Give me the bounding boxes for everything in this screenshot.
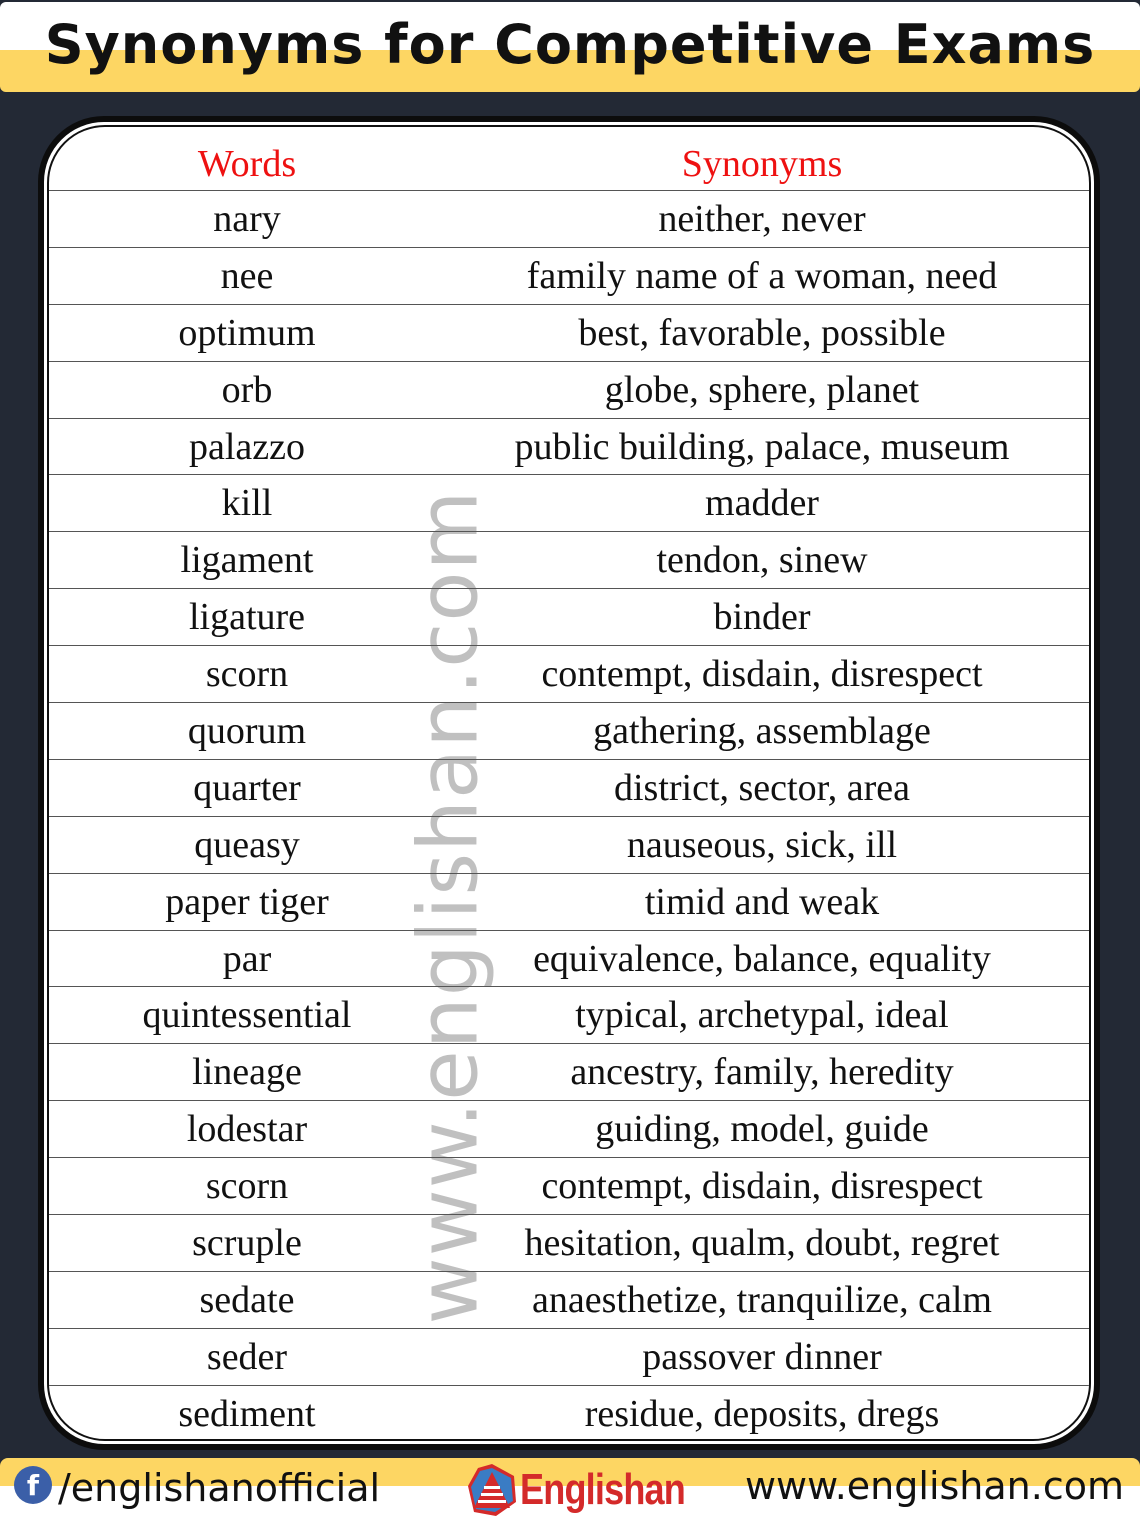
- synonyms-cell: contempt, disdain, disrespect: [541, 653, 983, 696]
- word-cell: orb: [221, 368, 273, 411]
- synonyms-cell: family name of a woman, need: [526, 254, 998, 297]
- word-cell: paper tiger: [165, 880, 329, 923]
- word-cell: quorum: [187, 709, 307, 752]
- synonyms-table-card: www.englishan.com Words Synonyms nary nei…: [47, 125, 1091, 1441]
- table-row: ligature binder: [49, 589, 1089, 647]
- synonyms-cell: madder: [705, 482, 819, 525]
- synonyms-cell: public building, palace, museum: [514, 425, 1010, 468]
- table-row: sediment residue, deposits, dregs: [49, 1386, 1089, 1439]
- synonyms-cell: contempt, disdain, disrespect: [541, 1165, 983, 1208]
- table-row: quintessential typical, archetypal, ideal: [49, 987, 1089, 1045]
- word-cell: lodestar: [186, 1108, 308, 1151]
- table-row: scruple hesitation, qualm, doubt, regret: [49, 1215, 1089, 1272]
- table-row: lineage ancestry, family, heredity: [49, 1044, 1089, 1102]
- table-row: ligament tendon, sinew: [49, 532, 1089, 590]
- header-synonyms: Synonyms: [681, 142, 843, 185]
- header-words: Words: [197, 142, 297, 185]
- table-row: sedate anaesthetize, tranquilize, calm: [49, 1272, 1089, 1329]
- table-row: optimum best, favorable, possible: [49, 305, 1089, 362]
- word-cell: scruple: [192, 1221, 302, 1264]
- logo-mark-icon: [468, 1464, 516, 1516]
- synonyms-cell: guiding, model, guide: [595, 1108, 929, 1151]
- table-row: nary neither, never: [49, 191, 1089, 248]
- synonyms-cell: hesitation, qualm, doubt, regret: [524, 1221, 1000, 1264]
- table-row: nee family name of a woman, need: [49, 248, 1089, 305]
- website-link[interactable]: www.englishan.com: [745, 1464, 1124, 1508]
- word-cell: par: [222, 937, 272, 980]
- table-row: quarter district, sector, area: [49, 760, 1089, 817]
- table-row: kill madder: [49, 475, 1089, 533]
- synonyms-cell: timid and weak: [644, 880, 880, 923]
- facebook-icon[interactable]: f: [14, 1466, 52, 1504]
- word-cell: ligature: [188, 596, 306, 639]
- synonyms-cell: ancestry, family, heredity: [570, 1051, 954, 1094]
- word-cell: nary: [213, 197, 281, 240]
- table-row: orb globe, sphere, planet: [49, 362, 1089, 419]
- table-row: queasy nauseous, sick, ill: [49, 817, 1089, 874]
- synonyms-cell: gathering, assemblage: [593, 709, 931, 752]
- word-cell: quarter: [193, 766, 301, 809]
- table-row: scorn contempt, disdain, disrespect: [49, 646, 1089, 704]
- table-row: scorn contempt, disdain, disrespect: [49, 1158, 1089, 1216]
- word-cell: palazzo: [188, 425, 306, 468]
- table-row: seder passover dinner: [49, 1329, 1089, 1386]
- synonyms-cell: neither, never: [658, 197, 866, 240]
- synonyms-cell: binder: [713, 596, 811, 639]
- synonyms-cell: equivalence, balance, equality: [533, 937, 991, 980]
- synonyms-cell: nauseous, sick, ill: [626, 823, 898, 866]
- word-cell: kill: [221, 482, 273, 525]
- page-title: Synonyms for Competitive Exams: [44, 12, 1096, 76]
- word-cell: queasy: [194, 823, 300, 866]
- synonyms-cell: best, favorable, possible: [578, 311, 946, 354]
- word-cell: scorn: [205, 653, 289, 696]
- word-cell: sedate: [199, 1278, 295, 1321]
- footer-bar: f /englishanofficial Englishan www.engli…: [0, 1458, 1140, 1520]
- word-cell: optimum: [178, 311, 316, 354]
- synonyms-cell: anaesthetize, tranquilize, calm: [532, 1278, 992, 1321]
- synonyms-cell: residue, deposits, dregs: [584, 1393, 940, 1436]
- word-cell: ligament: [180, 539, 314, 582]
- word-cell: lineage: [192, 1051, 302, 1094]
- synonyms-cell: district, sector, area: [613, 766, 910, 809]
- synonyms-cell: globe, sphere, planet: [604, 368, 920, 411]
- table-header-row: Words Synonyms: [49, 127, 1089, 191]
- synonyms-table: Words Synonyms nary neither, never nee fami…: [49, 127, 1089, 1439]
- table-row: lodestar guiding, model, guide: [49, 1101, 1089, 1159]
- table-row: par equivalence, balance, equality: [49, 931, 1089, 988]
- table-row: quorum gathering, assemblage: [49, 703, 1089, 760]
- synonyms-cell: tendon, sinew: [656, 539, 868, 582]
- table-row: paper tiger timid and weak: [49, 874, 1089, 931]
- word-cell: sediment: [178, 1393, 316, 1436]
- word-cell: scorn: [205, 1165, 289, 1208]
- title-bar: Synonyms for Competitive Exams: [0, 2, 1140, 92]
- facebook-handle-link[interactable]: /englishanofficial: [58, 1466, 380, 1510]
- englishan-logo[interactable]: Englishan: [466, 1462, 721, 1518]
- logo-text: Englishan: [520, 1465, 686, 1514]
- table-row: palazzo public building, palace, museum: [49, 419, 1089, 476]
- word-cell: quintessential: [142, 994, 352, 1037]
- synonyms-cell: typical, archetypal, ideal: [575, 994, 949, 1037]
- word-cell: seder: [206, 1335, 288, 1378]
- word-cell: nee: [220, 254, 274, 297]
- synonyms-cell: passover dinner: [642, 1335, 882, 1378]
